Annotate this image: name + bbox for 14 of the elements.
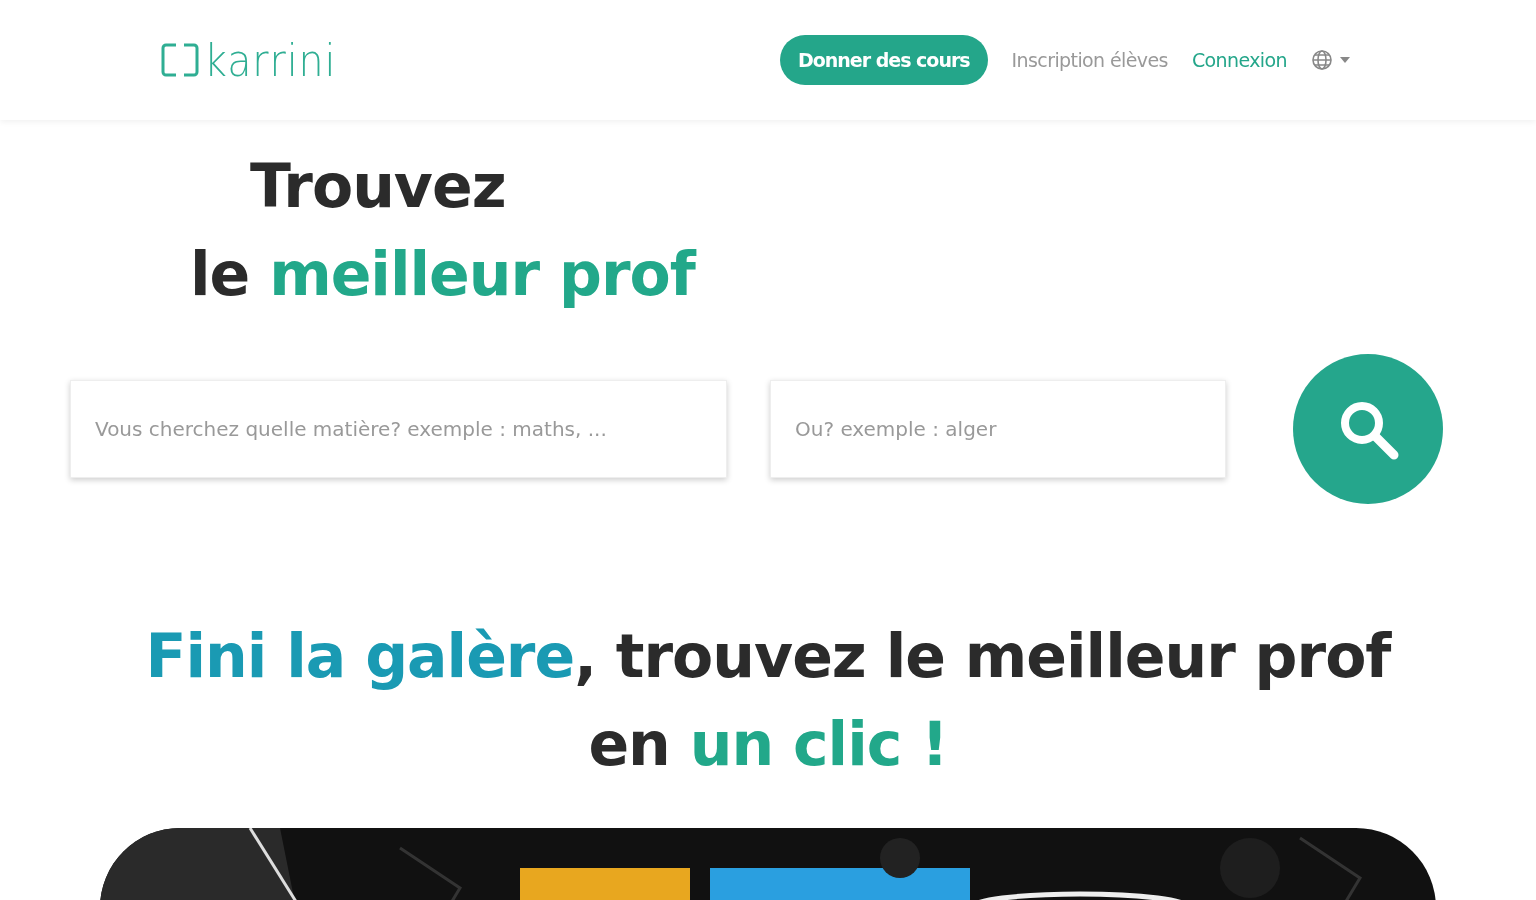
login-link[interactable]: Connexion xyxy=(1191,49,1287,71)
logo-icon xyxy=(160,42,200,78)
tagline-line: en un clic ! xyxy=(588,708,948,781)
teach-button[interactable]: Donner des cours xyxy=(779,35,988,85)
tagline-line: Fini la galère, trouvez le meilleur prof xyxy=(145,620,1391,693)
hero-heading-line: Trouvez xyxy=(249,150,506,223)
hero-heading-line: le meilleur prof xyxy=(189,238,695,311)
subject-search-field[interactable]: Vous cherchez quelle matière? exemple : maths, ... xyxy=(70,380,727,478)
caret-icon xyxy=(1339,56,1351,64)
globe-icon xyxy=(1311,49,1333,71)
language-selector[interactable] xyxy=(1311,49,1351,71)
logo[interactable]: karrini xyxy=(160,34,352,86)
student-signup-link[interactable]: Inscription élèves xyxy=(1011,49,1168,71)
location-search-field[interactable]: Ou? exemple : alger xyxy=(770,380,1226,478)
